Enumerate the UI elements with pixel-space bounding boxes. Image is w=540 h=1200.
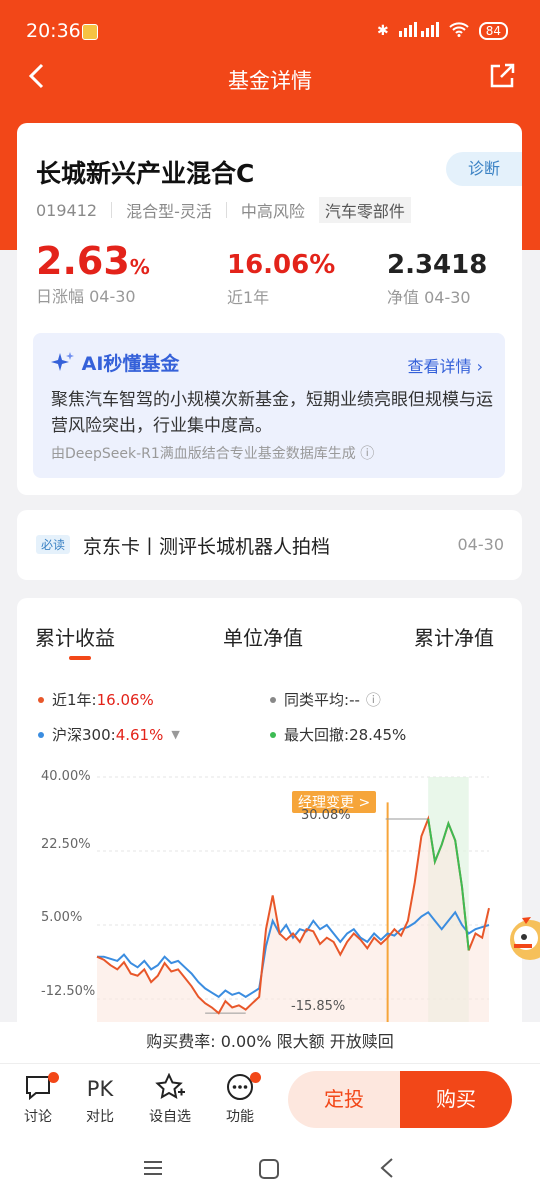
daily-change-label: 日涨幅 04-30 — [36, 287, 136, 306]
daily-change-stat: 2.63% 日涨幅 04-30 — [36, 239, 150, 306]
chart-card: 累计收益 单位净值 累计净值 近1年: 16.06% 同类平均: -- ⓘ 沪深30… — [17, 598, 522, 1028]
notification-dot — [250, 1072, 261, 1083]
fund-name: 长城新兴产业混合C — [36, 159, 255, 188]
system-nav-bar — [0, 1140, 540, 1200]
nav-bar: 基金详情 — [0, 52, 540, 104]
pk-icon: PK — [86, 1077, 114, 1101]
year-return-stat: 16.06% 近1年 — [227, 250, 335, 308]
notification-dot — [48, 1072, 59, 1083]
mascot-icon[interactable] — [504, 910, 540, 966]
ai-summary-text: 聚焦汽车智驾的小规模次新基金，短期业绩亮眼但规模与运营风险突出，行业集中度高。 — [51, 390, 493, 436]
menu-icon[interactable] — [142, 1158, 164, 1182]
fund-industry[interactable]: 汽车零部件 — [318, 197, 411, 223]
fund-risk: 中高风险 — [240, 202, 305, 221]
more-functions-button[interactable]: 功能 — [215, 1072, 265, 1126]
fund-code: 019412 — [36, 200, 98, 220]
status-time: 20:36 — [26, 20, 81, 42]
news-card[interactable]: 必读 京东卡丨测评长城机器人拍档 04-30 — [17, 510, 522, 580]
signal-icon — [398, 21, 439, 41]
wifi-icon — [449, 21, 469, 41]
ai-title: AI秒懂基金 — [81, 353, 180, 375]
buy-button[interactable]: 购买 — [400, 1071, 512, 1128]
diagnose-button[interactable]: 诊断 — [446, 152, 522, 186]
nav-value: 2.3418 — [387, 250, 488, 280]
year-return-label: 近1年 — [227, 288, 270, 307]
nav-label: 净值 04-30 — [387, 288, 471, 307]
news-date: 04-30 — [457, 535, 505, 554]
share-icon[interactable] — [488, 62, 516, 94]
fund-area — [97, 818, 489, 1028]
back-nav-icon[interactable] — [378, 1156, 396, 1184]
notification-icon — [82, 24, 98, 40]
info-icon[interactable]: ⓘ — [360, 446, 374, 462]
ai-more-link[interactable]: 查看详情 › — [408, 353, 484, 377]
add-watchlist-button[interactable]: 设自选 — [145, 1072, 195, 1126]
must-read-badge: 必读 — [36, 535, 71, 554]
min-value-label: -15.85% — [291, 999, 346, 1014]
sparkle-icon — [51, 352, 75, 375]
discuss-button[interactable]: 讨论 — [13, 1072, 63, 1126]
battery-indicator: 84 — [478, 22, 508, 40]
compare-button[interactable]: PK 对比 — [75, 1072, 125, 1126]
star-plus-icon — [155, 1072, 185, 1105]
fund-summary-card: 长城新兴产业混合C 诊断 019412 混合型-灵活 中高风险 汽车零部件 2.… — [17, 123, 522, 495]
nav-stat: 2.3418 净值 04-30 — [387, 250, 487, 308]
news-title: 京东卡丨测评长城机器人拍档 — [83, 536, 331, 558]
year-return-value: 16.06% — [227, 250, 336, 280]
auto-invest-button[interactable]: 定投 — [288, 1071, 400, 1128]
bluetooth-icon: ✱ — [376, 23, 389, 39]
chevron-right-icon: › — [476, 357, 483, 376]
fund-tags: 019412 混合型-灵活 中高风险 汽车零部件 — [36, 197, 411, 223]
fee-info: 购买费率: 0.00% 限大额 开放赎回 — [0, 1022, 540, 1064]
ai-source: 由DeepSeek-R1满血版结合专业基金数据库生成 — [51, 446, 356, 462]
home-icon[interactable] — [258, 1158, 280, 1184]
max-value-label: 30.08% — [301, 808, 351, 823]
daily-change-value: 2.63 — [36, 239, 130, 283]
action-bar: 讨论 PK 对比 设自选 功能 定投 购买 — [0, 1063, 540, 1140]
page-title: 基金详情 — [228, 69, 312, 93]
return-chart[interactable] — [17, 598, 522, 1028]
fund-type: 混合型-灵活 — [126, 202, 212, 221]
ai-summary-panel[interactable]: AI秒懂基金 查看详情 › 聚焦汽车智驾的小规模次新基金，短期业绩亮眼但规模与运… — [33, 333, 505, 478]
